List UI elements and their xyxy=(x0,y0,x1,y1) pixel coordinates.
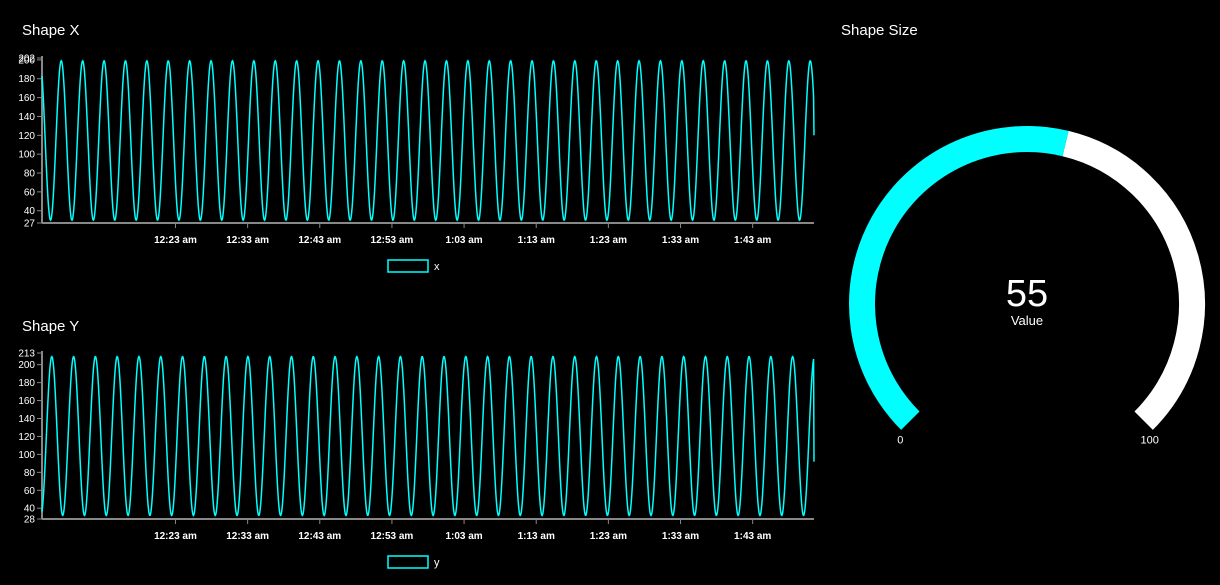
gauge-track xyxy=(1062,130,1205,430)
y-tick-label: 140 xyxy=(18,112,35,123)
gauge-max-label: 100 xyxy=(1140,435,1158,447)
y-tick-label: 213 xyxy=(18,349,35,360)
y-tick-label: 180 xyxy=(18,74,35,85)
x-tick-label: 12:23 am xyxy=(154,531,197,542)
x-tick-label: 1:43 am xyxy=(734,235,771,246)
legend-swatch-x[interactable] xyxy=(387,259,429,273)
x-tick-label: 1:23 am xyxy=(590,531,627,542)
shape-y-chart: 2840 60 80 100 120 140 160 180 200213 12:23 am 12:… xyxy=(18,349,815,569)
x-tick-label: 1:03 am xyxy=(445,531,482,542)
x-tick-label: 1:33 am xyxy=(662,531,699,542)
y-tick-label: 28 xyxy=(24,515,36,526)
series-line-y xyxy=(41,355,815,517)
y-tick-label: 200 xyxy=(18,360,35,371)
y-tick-label: 27 xyxy=(24,219,36,230)
x-tick-label: 12:43 am xyxy=(298,531,341,542)
x-tick-label: 12:53 am xyxy=(371,235,414,246)
legend-label-y[interactable]: y xyxy=(434,557,440,569)
shape-size-gauge: 55Value 0 100 xyxy=(849,126,1205,447)
legend-swatch-y[interactable] xyxy=(387,555,429,569)
y-tick-label: 80 xyxy=(24,169,36,180)
y-tick-label: 140 xyxy=(18,414,35,425)
dashboard-svg: 27 40 60 80 100 120 140 160 180 200 202 12:23 am 12:… xyxy=(18,54,1205,569)
y-tick-label: 80 xyxy=(24,468,36,479)
y-tick-label: 180 xyxy=(18,378,35,389)
gauge-value: 55 xyxy=(1006,273,1048,315)
x-tick-label: 12:33 am xyxy=(226,235,269,246)
x-tick-label: 12:53 am xyxy=(371,531,414,542)
y-tick-label: 60 xyxy=(24,486,36,497)
y-tick-label: 100 xyxy=(18,450,35,461)
gauge-min-label: 0 xyxy=(897,435,903,447)
x-tick-label: 1:33 am xyxy=(662,235,699,246)
x-tick-label: 12:33 am xyxy=(226,531,269,542)
y-tick-label: 202 xyxy=(18,54,35,65)
y-tick-label: 120 xyxy=(18,131,35,142)
x-tick-label: 1:43 am xyxy=(734,531,771,542)
x-tick-label: 1:13 am xyxy=(518,235,555,246)
x-tick-label: 12:23 am xyxy=(154,235,197,246)
y-tick-label: 160 xyxy=(18,93,35,104)
series-line-x xyxy=(41,59,815,222)
y-tick-label: 40 xyxy=(24,206,36,217)
y-tick-label: 60 xyxy=(24,187,36,198)
legend-label-x[interactable]: x xyxy=(434,261,440,273)
x-tick-label: 1:03 am xyxy=(445,235,482,246)
y-tick-label: 160 xyxy=(18,396,35,407)
x-tick-label: 1:13 am xyxy=(518,531,555,542)
gauge-value-label: Value xyxy=(1011,313,1043,328)
y-tick-label: 40 xyxy=(24,504,36,515)
y-tick-label: 100 xyxy=(18,150,35,161)
x-tick-label: 1:23 am xyxy=(590,235,627,246)
y-tick-label: 120 xyxy=(18,432,35,443)
x-tick-label: 12:43 am xyxy=(298,235,341,246)
shape-x-chart: 2740608010012014016018020020212:23 am 12:… xyxy=(18,54,815,273)
